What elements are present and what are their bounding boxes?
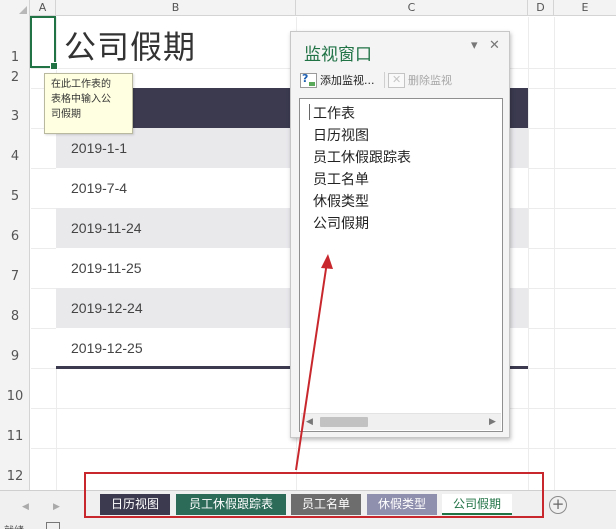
delete-watch-label: 删除监视 [408,74,452,87]
tab-next-icon[interactable]: ▶ [53,502,60,512]
add-watch-button[interactable]: 添加监视... [300,72,375,88]
add-watch-label: 添加监视... [320,74,375,87]
watch-list[interactable]: 工作表 日历视图 员工休假跟踪表 员工名单 休假类型 公司假期 ◀ ▶ [299,98,503,432]
row-header-7[interactable]: 7 [0,269,30,284]
tooltip-line: 在此工作表的 [51,79,111,90]
scroll-right-icon[interactable]: ▶ [484,414,501,430]
close-icon[interactable]: ✕ [489,38,500,53]
delete-watch-icon [388,72,405,88]
row-header-10[interactable]: 10 [0,389,30,404]
row-header-8[interactable]: 8 [0,309,30,324]
add-sheet-icon[interactable]: + [549,496,567,514]
delete-watch-button[interactable]: 删除监视 [388,72,452,88]
column-header-a[interactable]: A [30,0,56,16]
holiday-date: 2019-1-1 [71,140,128,156]
holiday-date: 2019-12-25 [71,340,143,356]
row-header-3[interactable]: 3 [0,109,30,124]
scroll-thumb[interactable] [320,417,368,427]
row-header-4[interactable]: 4 [0,149,30,164]
toolbar-divider [384,72,385,88]
status-ready: 就绪 [4,522,24,529]
column-header-c[interactable]: C [296,0,528,16]
scroll-left-icon[interactable]: ◀ [301,414,318,430]
holiday-date: 2019-7-4 [71,180,128,196]
macro-record-icon[interactable] [46,522,60,529]
add-watch-icon [300,72,317,88]
column-header-d[interactable]: D [528,0,554,16]
row-header-1[interactable]: 1 [0,50,30,65]
row-header-12[interactable]: 12 [0,469,30,484]
holiday-date: 2019-11-25 [71,260,142,276]
column-header-b[interactable]: B [56,0,296,16]
dropdown-arrow-icon[interactable]: ▾ [471,38,478,53]
horizontal-scrollbar[interactable]: ◀ ▶ [301,413,501,430]
watch-list-item[interactable]: 员工休假跟踪表 [313,147,411,167]
active-cell-a1[interactable] [30,16,58,70]
row-header-9[interactable]: 9 [0,349,30,364]
select-all-corner[interactable] [0,0,30,16]
watch-column-sheet[interactable]: 工作表 [313,103,355,123]
holiday-date: 2019-12-24 [71,300,143,316]
watch-list-item[interactable]: 日历视图 [313,125,369,145]
input-message-tooltip: 在此工作表的 表格中输入公 司假期 [44,73,133,134]
column-header-bar: A B C D E [0,0,616,16]
watch-list-item[interactable]: 公司假期 [313,213,369,233]
tooltip-line: 司假期 [51,109,81,120]
text-cursor [309,104,310,120]
watch-window-title: 监视窗口 [304,45,372,65]
grid-line [528,17,529,490]
holiday-date: 2019-11-24 [71,220,142,236]
row-header-2[interactable]: 2 [0,70,30,85]
tooltip-line: 表格中输入公 [51,94,111,105]
row-header-bar: 1 2 3 4 5 6 7 8 9 10 11 12 [0,16,30,490]
row-header-11[interactable]: 11 [0,429,30,444]
annotation-box [84,472,544,518]
row-header-5[interactable]: 5 [0,189,30,204]
column-header-e[interactable]: E [554,0,616,16]
tab-prev-icon[interactable]: ◀ [22,502,29,512]
watch-window[interactable]: 监视窗口 ▾ ✕ 添加监视... 删除监视 工作表 日历视图 员工休假跟踪表 员… [290,31,510,438]
grid-line [554,17,555,490]
page-title[interactable]: 公司假期 [64,22,196,68]
watch-list-item[interactable]: 员工名单 [313,169,369,189]
row-header-6[interactable]: 6 [0,229,30,244]
watch-list-item[interactable]: 休假类型 [313,191,369,211]
